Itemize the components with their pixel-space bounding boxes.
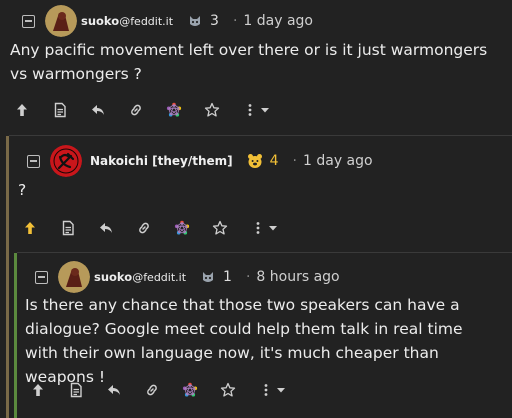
username[interactable]: Nakoichi [they/them]: [90, 154, 233, 168]
chevron-down-icon[interactable]: [268, 220, 278, 236]
avatar[interactable]: [58, 261, 90, 293]
timestamp[interactable]: 8 hours ago: [256, 269, 339, 285]
comment: suoko@feddit.it 3 · 1 day ago Any pacifi…: [0, 0, 512, 135]
comment-header: Nakoichi [they/them] 4 · 1 day ago: [27, 145, 373, 177]
separator-dot: ·: [245, 269, 251, 285]
collapse-icon[interactable]: [27, 154, 40, 168]
separator-dot: ·: [292, 153, 297, 169]
link-icon[interactable]: [136, 220, 152, 236]
comment-body: Any pacific movement left over there or …: [10, 41, 488, 83]
chevron-down-icon[interactable]: [276, 382, 286, 398]
separator-dot: ·: [232, 13, 238, 29]
timestamp[interactable]: 1 day ago: [243, 13, 313, 29]
fediverse-icon[interactable]: [166, 102, 182, 118]
more-icon[interactable]: [258, 382, 274, 398]
bot-icon: [187, 13, 203, 29]
username[interactable]: suoko@feddit.it: [81, 14, 173, 28]
star-icon[interactable]: [204, 102, 220, 118]
score: 3: [210, 13, 219, 29]
comment: suoko@feddit.it 1 · 8 hours ago Is there…: [17, 253, 512, 418]
comment-header: suoko@feddit.it 1 · 8 hours ago: [35, 261, 340, 293]
collapse-icon[interactable]: [35, 270, 48, 284]
comment-body: Is there any chance that those two speak…: [25, 296, 463, 386]
source-icon[interactable]: [68, 382, 84, 398]
link-icon[interactable]: [144, 382, 160, 398]
upvote-icon[interactable]: [30, 382, 46, 398]
username-name[interactable]: suoko: [81, 14, 119, 28]
timestamp[interactable]: 1 day ago: [303, 153, 373, 169]
upvote-icon[interactable]: [22, 220, 38, 236]
star-icon[interactable]: [220, 382, 236, 398]
bear-icon: [247, 153, 263, 169]
comment-body: ?: [18, 181, 27, 199]
score: 1: [223, 269, 232, 285]
username-name[interactable]: suoko: [94, 270, 132, 284]
comment-actions: [22, 216, 300, 240]
avatar[interactable]: [50, 145, 82, 177]
link-icon[interactable]: [128, 102, 144, 118]
comment: Nakoichi [they/them] 4 · 1 day ago ?: [9, 136, 512, 252]
chevron-down-icon[interactable]: [260, 102, 270, 118]
reply-icon[interactable]: [98, 220, 114, 236]
username-host[interactable]: @feddit.it: [132, 271, 186, 284]
fediverse-icon[interactable]: [174, 220, 190, 236]
star-icon[interactable]: [212, 220, 228, 236]
score: 4: [269, 153, 279, 169]
source-icon[interactable]: [60, 220, 76, 236]
collapse-icon[interactable]: [22, 14, 35, 28]
username[interactable]: suoko@feddit.it: [94, 270, 186, 284]
reply-icon[interactable]: [106, 382, 122, 398]
more-icon[interactable]: [242, 102, 258, 118]
avatar[interactable]: [45, 5, 77, 37]
comment-header: suoko@feddit.it 3 · 1 day ago: [22, 5, 313, 37]
reply-icon[interactable]: [90, 102, 106, 118]
comment-actions: [14, 98, 292, 122]
upvote-icon[interactable]: [14, 102, 30, 118]
username-host[interactable]: @feddit.it: [119, 15, 173, 28]
more-icon[interactable]: [250, 220, 266, 236]
fediverse-icon[interactable]: [182, 382, 198, 398]
comment-actions: [30, 378, 308, 402]
bot-icon: [200, 269, 216, 285]
source-icon[interactable]: [52, 102, 68, 118]
